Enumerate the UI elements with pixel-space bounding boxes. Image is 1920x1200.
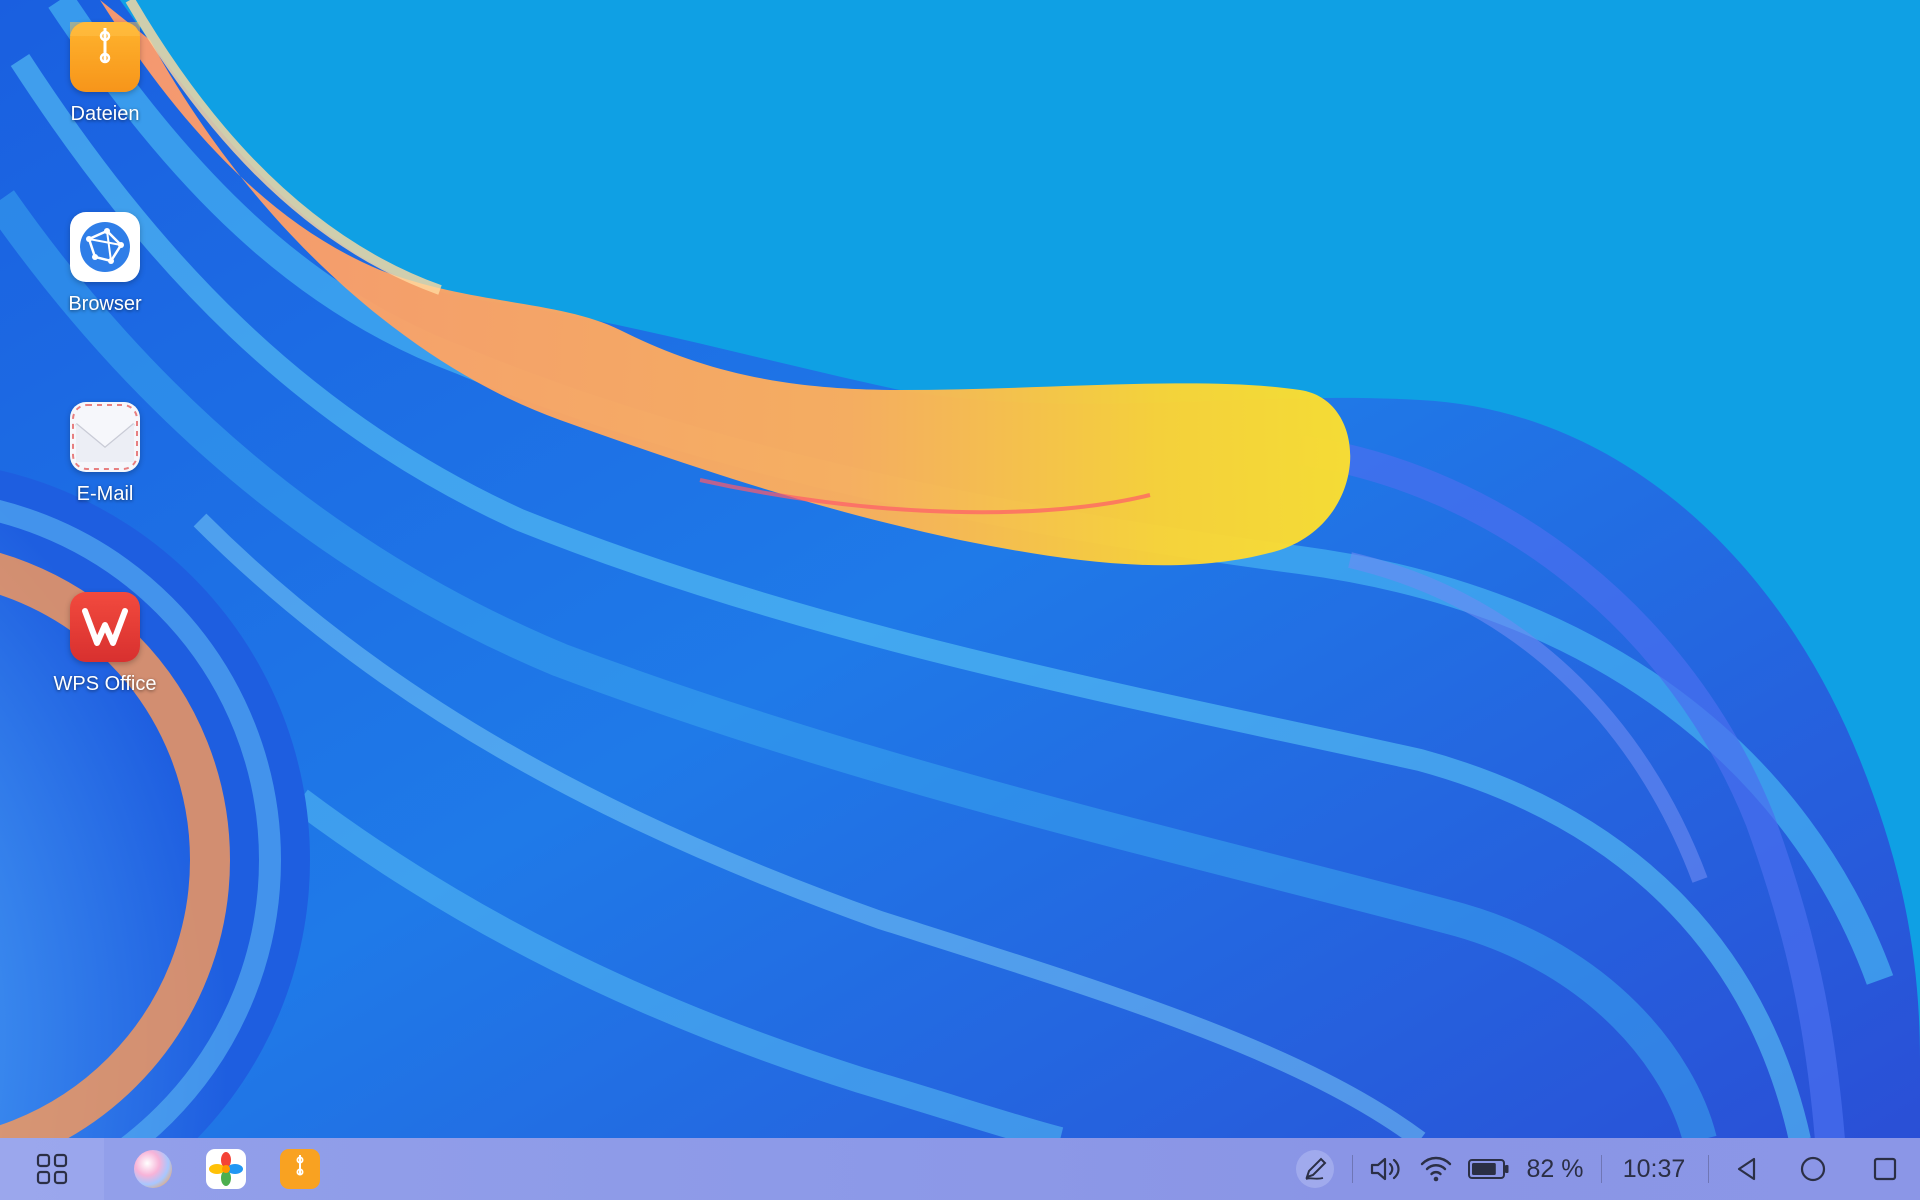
taskbar-separator xyxy=(1708,1155,1709,1183)
app-launcher-button[interactable] xyxy=(0,1138,104,1200)
desktop-icon-files[interactable]: Dateien xyxy=(40,22,170,126)
clock[interactable]: 10:37 xyxy=(1612,1138,1696,1200)
desktop-icon-label: Dateien xyxy=(70,103,140,125)
gallery-icon xyxy=(206,1149,246,1189)
home-button[interactable] xyxy=(1788,1138,1838,1200)
celia-assistant-icon xyxy=(134,1150,172,1188)
desktop-icon-label: WPS Office xyxy=(53,673,157,695)
taskbar-separator xyxy=(1601,1155,1602,1183)
desktop-icon-label: Browser xyxy=(68,293,142,315)
files-icon xyxy=(70,22,140,92)
desktop-icon-browser[interactable]: Browser xyxy=(40,212,170,316)
desktop-icon-mail[interactable]: E-Mail xyxy=(40,402,170,506)
wifi-button[interactable] xyxy=(1414,1138,1458,1200)
recents-button[interactable] xyxy=(1860,1138,1910,1200)
desktop-icon-label: E-Mail xyxy=(76,483,134,505)
mail-icon xyxy=(70,402,140,472)
taskbar-app-files[interactable] xyxy=(276,1138,324,1200)
files-icon xyxy=(280,1149,320,1189)
app-grid-icon xyxy=(36,1153,68,1185)
taskbar-app-gallery[interactable] xyxy=(202,1138,250,1200)
wps-office-icon xyxy=(70,592,140,662)
recents-icon xyxy=(1873,1157,1897,1181)
stylus-button[interactable] xyxy=(1290,1138,1340,1200)
taskbar: 82 % 10:37 xyxy=(0,1138,1920,1200)
battery-button[interactable] xyxy=(1464,1138,1514,1200)
taskbar-app-assistant[interactable] xyxy=(129,1138,177,1200)
volume-button[interactable] xyxy=(1364,1138,1408,1200)
desktop-wallpaper xyxy=(0,0,1920,1200)
taskbar-separator xyxy=(1352,1155,1353,1183)
back-button[interactable] xyxy=(1722,1138,1772,1200)
home-icon xyxy=(1800,1156,1826,1182)
desktop-icon-wps-office[interactable]: WPS Office xyxy=(40,592,170,696)
back-icon xyxy=(1737,1157,1756,1181)
battery-percent: 82 % xyxy=(1526,1154,1584,1183)
wifi-icon xyxy=(1420,1156,1452,1182)
volume-icon xyxy=(1370,1157,1400,1181)
battery-icon xyxy=(1468,1159,1509,1179)
browser-icon xyxy=(70,212,140,282)
stylus-icon xyxy=(1296,1150,1334,1188)
battery-level-fill xyxy=(1472,1163,1496,1175)
